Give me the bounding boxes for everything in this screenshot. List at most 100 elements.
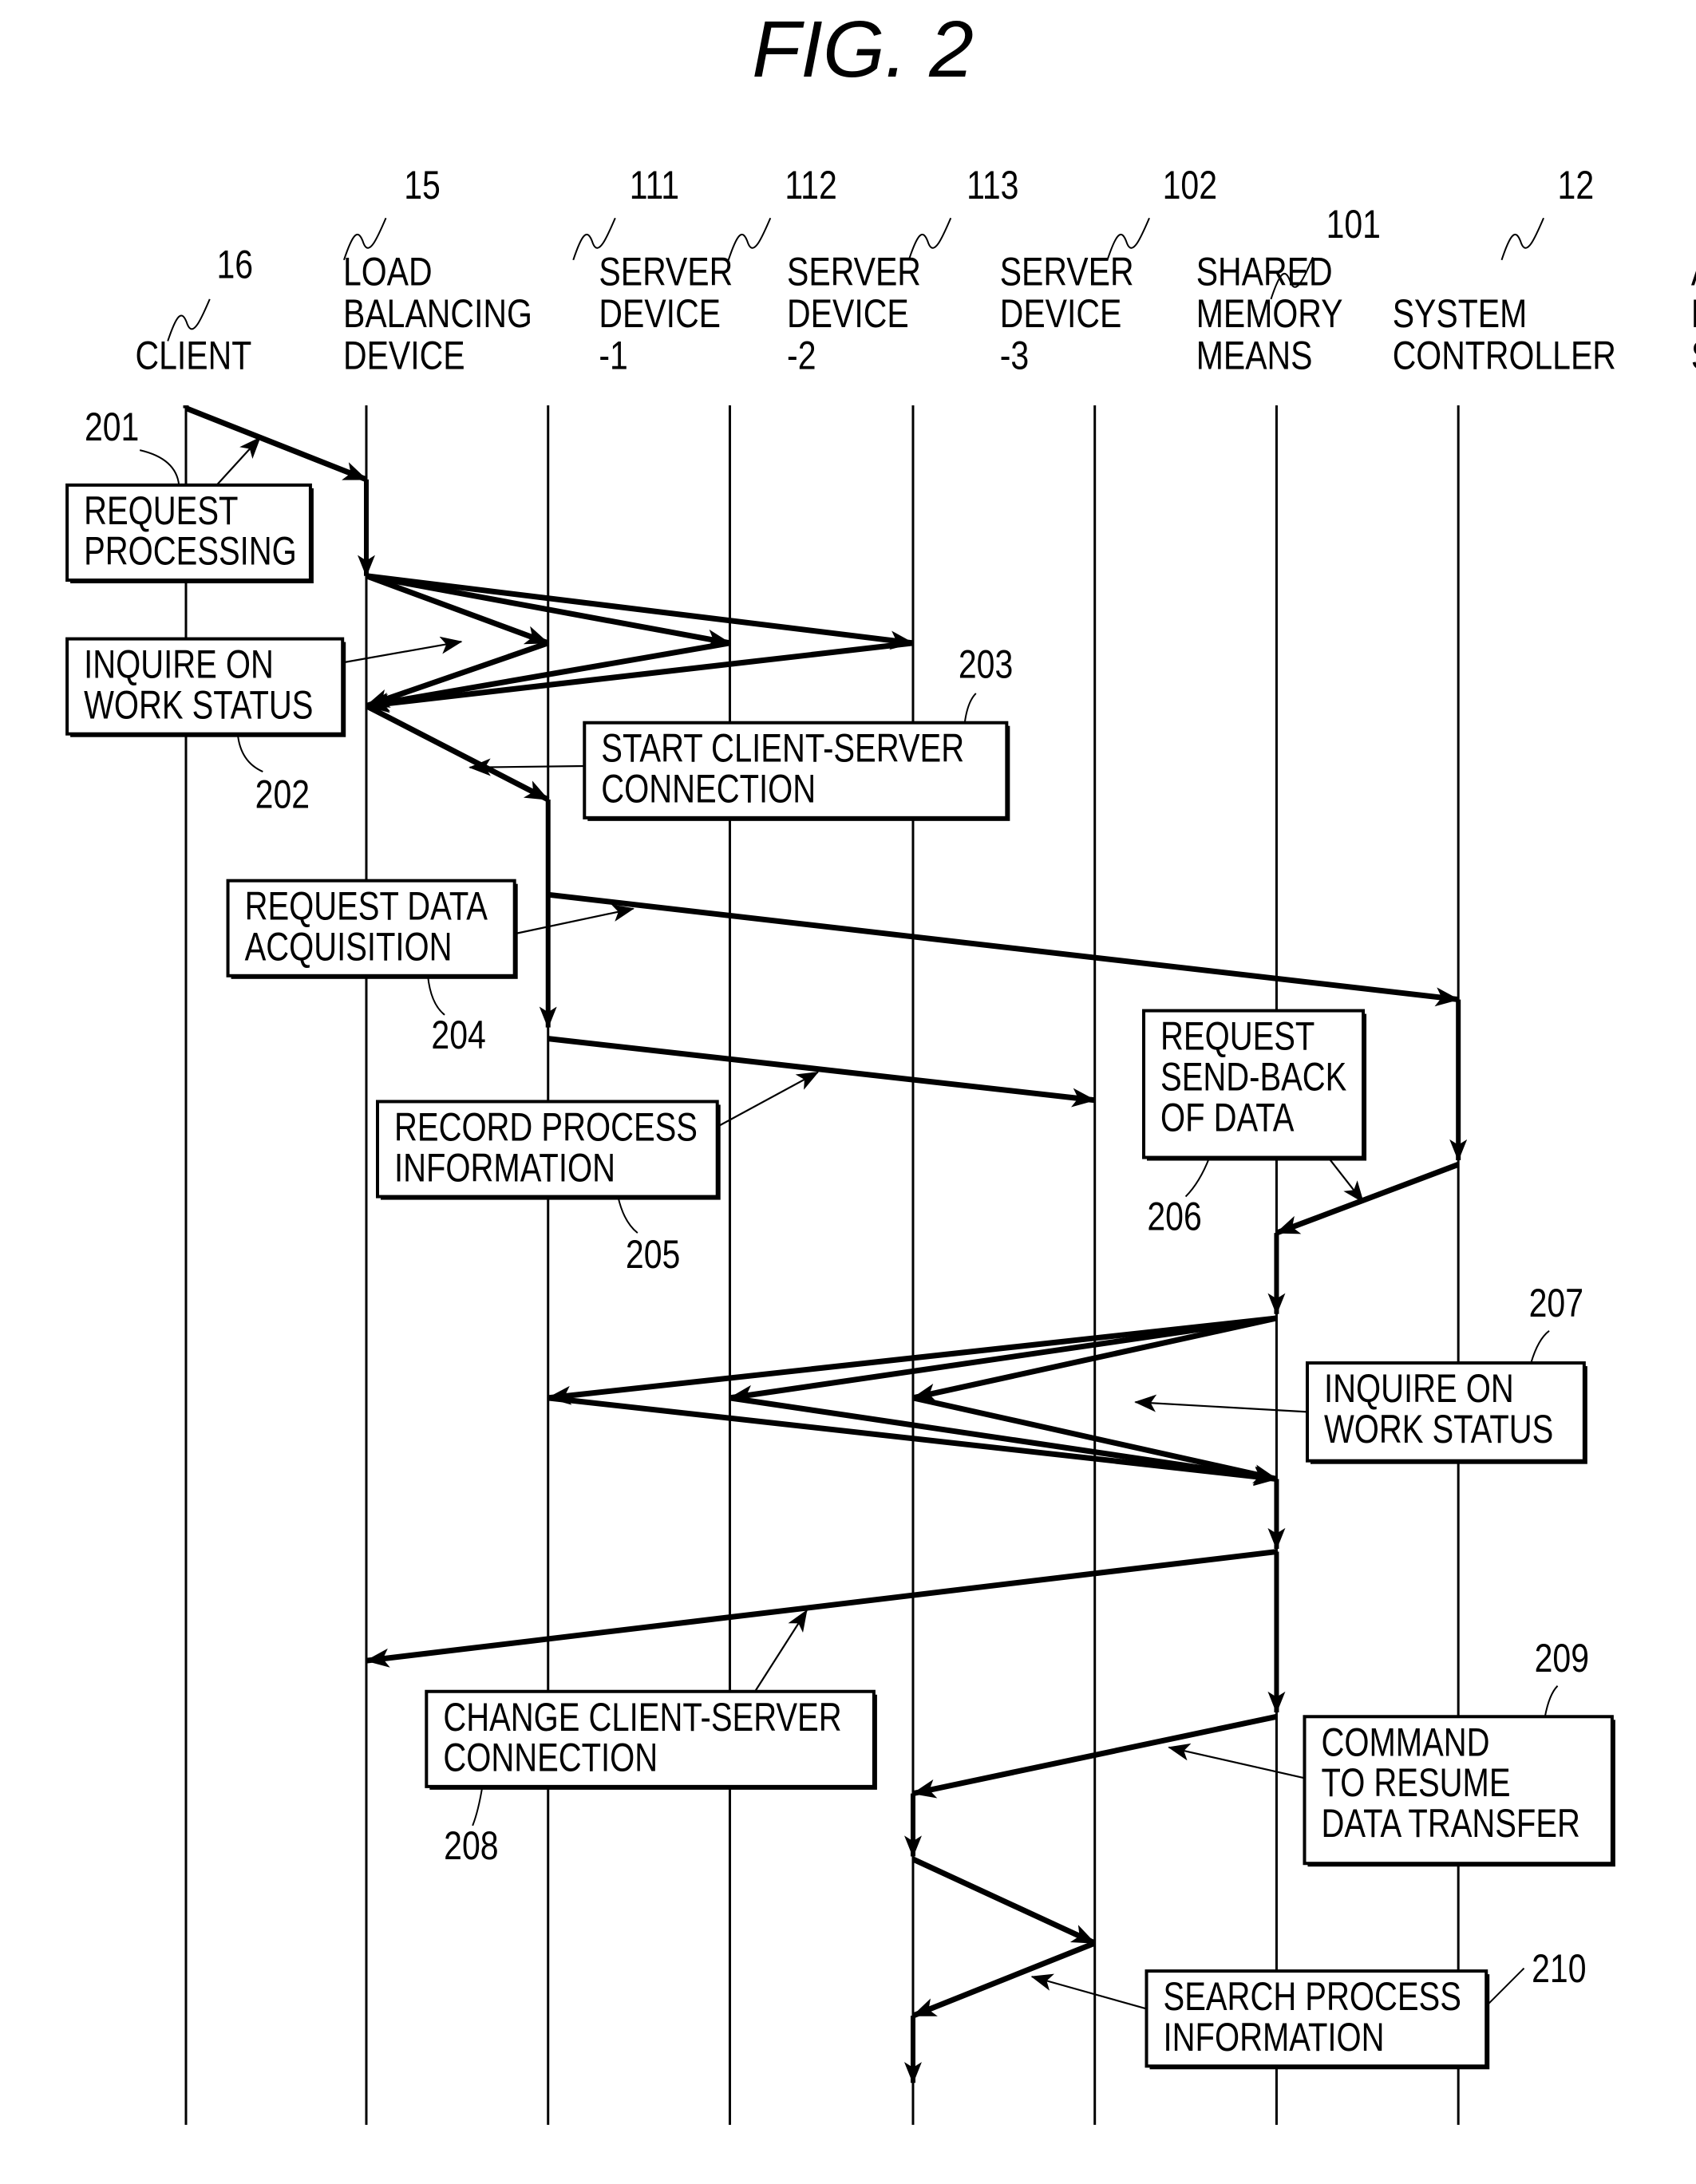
pointer-arrow-202	[342, 636, 463, 664]
step-label: CONNECTION	[601, 766, 816, 811]
step-207: INQUIRE ONWORK STATUS 207	[1305, 1281, 1587, 1464]
header-label: -2	[787, 334, 816, 378]
step-ref-number: 205	[626, 1232, 680, 1277]
message-request-processing	[184, 405, 368, 483]
ref-number: 101	[1326, 202, 1381, 247]
step-label: RECORD PROCESS	[394, 1104, 698, 1149]
pointer-arrow-201	[215, 436, 261, 486]
message-process-result	[911, 1940, 1097, 2019]
pointer-arrow-204	[514, 904, 635, 935]
step-label: COMMAND	[1322, 1720, 1490, 1764]
header-label: SERVER	[1691, 334, 1696, 378]
header-server-2: SERVERDEVICE-2 112	[727, 163, 921, 378]
message-request-data	[548, 891, 1460, 1007]
leader-line-icon	[236, 733, 263, 772]
header-label: SERVER	[1000, 250, 1134, 294]
step-label: INQUIRE ON	[84, 642, 274, 686]
header-load-balancer: LOADBALANCINGDEVICE 15	[343, 163, 532, 377]
step-ref-number: 204	[431, 1013, 485, 1057]
header-label: MEANS	[1196, 334, 1313, 378]
sequence-diagram: FIG. 2 CLIENT16 LOADBALANCINGDEVICE15SERV…	[65, 5, 1696, 2125]
step-label: REQUEST DATA	[245, 883, 488, 928]
leader-line-icon	[139, 449, 180, 486]
pointer-arrow-209	[1168, 1743, 1305, 1779]
leader-squiggle-icon	[727, 217, 772, 261]
step-ref-number: 203	[959, 642, 1013, 687]
pointer-arrow-208	[754, 1609, 808, 1692]
leader-line-icon	[1184, 1157, 1211, 1198]
header-label: MEMORY	[1196, 291, 1343, 336]
message-record-process	[548, 1036, 1097, 1108]
message-change-connection	[365, 1549, 1277, 1668]
step-ref-number: 206	[1147, 1195, 1201, 1239]
header-label: LAYER	[1691, 291, 1696, 336]
header-label: BALANCING	[343, 291, 532, 336]
step-label: SEARCH PROCESS	[1164, 1974, 1461, 2019]
step-ref-number: 210	[1532, 1946, 1586, 1991]
header-label: SERVER	[787, 250, 921, 294]
step-label: TO RESUME	[1322, 1760, 1511, 1805]
step-209: COMMANDTO RESUMEDATA TRANSFER 209	[1303, 1636, 1615, 1867]
leader-line-icon	[617, 1196, 638, 1234]
step-label: OF DATA	[1160, 1095, 1295, 1139]
step-label: WORK STATUS	[84, 682, 313, 727]
step-label: REQUEST	[1160, 1013, 1314, 1058]
lifelines	[184, 405, 1460, 2125]
header-label: -3	[1000, 334, 1029, 378]
leader-line-icon	[472, 1786, 484, 1827]
header-label: DEVICE	[787, 291, 909, 336]
step-label: ACQUISITION	[245, 924, 453, 969]
step-208: CHANGE CLIENT-SERVERCONNECTION 208	[425, 1689, 877, 1868]
header-label: APPLICATION	[1691, 250, 1696, 294]
step-boxes: REQUESTPROCESSING201INQUIRE ONWORK STATU…	[65, 405, 1615, 2070]
header-label: DEVICE	[1000, 291, 1122, 336]
leader-line-icon	[1530, 1329, 1550, 1364]
ref-number: 111	[630, 163, 679, 207]
ref-number: 102	[1163, 163, 1217, 207]
leader-line-icon	[1544, 1685, 1559, 1717]
header-label: SHARED	[1196, 250, 1333, 294]
message-inquire-server-3	[366, 573, 915, 650]
header-label: DEVICE	[343, 334, 465, 378]
message-search-process	[911, 1856, 1097, 1946]
step-label: WORK STATUS	[1324, 1407, 1553, 1451]
step-label: PROCESSING	[84, 528, 297, 573]
step-210: SEARCH PROCESSINFORMATION 210	[1145, 1946, 1587, 2070]
header-server-3: SERVERDEVICE-3 113	[907, 163, 1134, 378]
header-label: -1	[599, 334, 627, 378]
header-server-1: SERVERDEVICE-1 111	[572, 163, 733, 378]
pointer-arrow-207	[1134, 1394, 1308, 1413]
step-203: START CLIENT-SERVERCONNECTION 203	[583, 642, 1013, 821]
header-label: CONTROLLER	[1393, 334, 1616, 378]
ref-number: 12	[1558, 163, 1595, 207]
leader-squiggle-icon	[1500, 217, 1544, 261]
pointer-arrow-210	[1030, 1973, 1147, 2010]
step-ref-number: 207	[1529, 1281, 1583, 1325]
ref-number: 16	[217, 243, 254, 287]
header-label: LOAD	[343, 250, 433, 294]
message-inquire-server-2	[728, 1315, 1277, 1404]
step-label: CONNECTION	[443, 1735, 658, 1779]
leader-line-icon	[1485, 1967, 1525, 2007]
message-status-server-3	[365, 640, 914, 713]
message-start-connection	[365, 703, 550, 803]
step-label: START CLIENT-SERVER	[601, 725, 964, 770]
header-label: SERVER	[599, 250, 733, 294]
ref-number: 112	[785, 163, 836, 207]
leader-line-icon	[963, 693, 977, 723]
pointer-arrow-205	[717, 1071, 820, 1128]
step-label: INFORMATION	[1164, 2015, 1385, 2060]
step-202: INQUIRE ONWORK STATUS 202	[65, 637, 346, 817]
leader-line-icon	[427, 975, 445, 1016]
step-label: DATA TRANSFER	[1322, 1801, 1580, 1846]
lifeline-headers: CLIENT16 LOADBALANCINGDEVICE15SERVERDEVIC…	[136, 163, 1696, 377]
ref-number: 15	[404, 163, 441, 207]
figure-title: FIG. 2	[752, 5, 974, 94]
step-ref-number: 201	[85, 405, 139, 449]
step-201: REQUESTPROCESSING 201	[65, 405, 314, 584]
pointer-arrow-206	[1327, 1156, 1364, 1203]
step-ref-number: 202	[255, 772, 310, 817]
step-label: INFORMATION	[394, 1145, 615, 1190]
step-ref-number: 208	[444, 1823, 498, 1868]
step-label: REQUEST	[84, 488, 238, 533]
